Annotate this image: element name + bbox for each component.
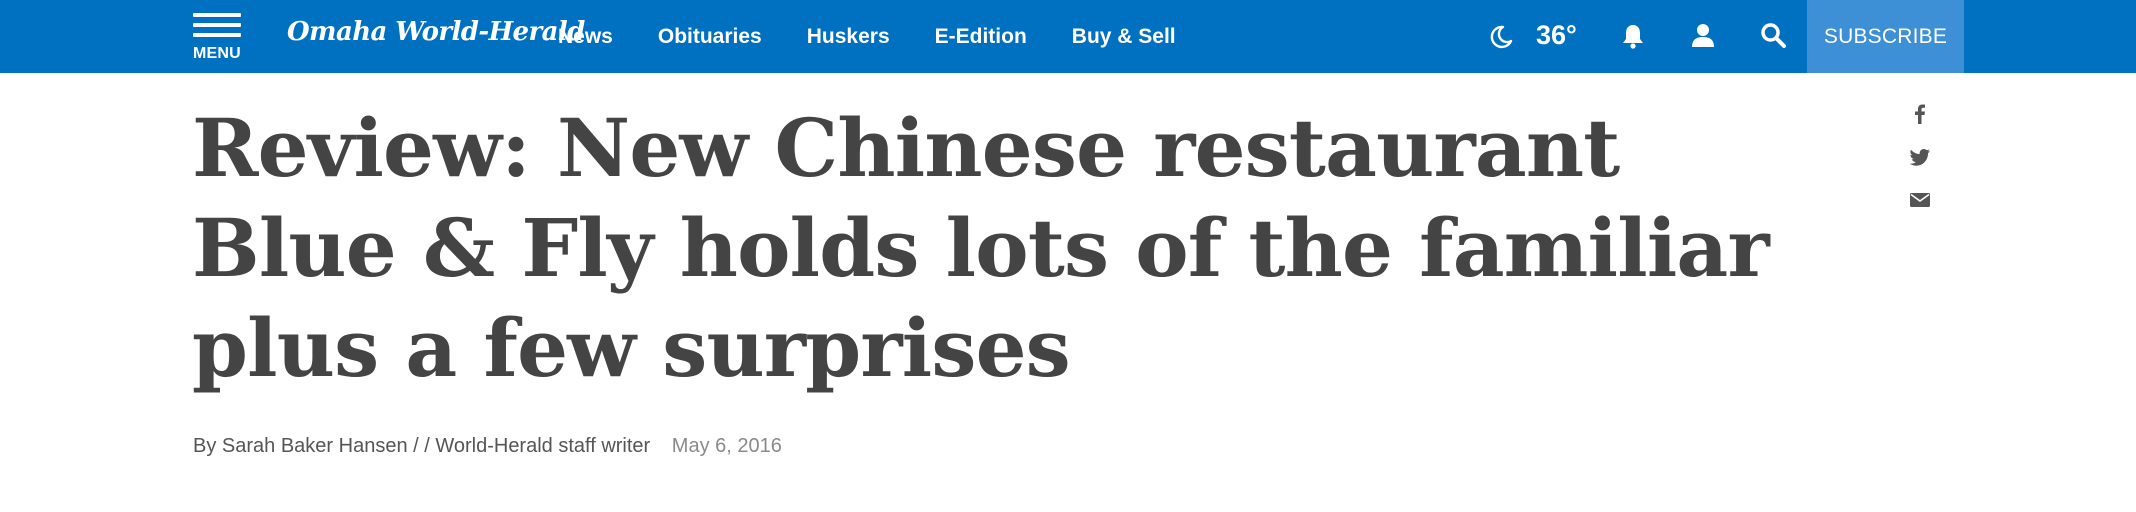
article-headline: Review: New Chinese restaurant Blue & Fl… (192, 101, 1770, 395)
main-nav: News Obituaries Huskers E-Edition Buy & … (558, 0, 1221, 73)
temperature[interactable]: 36° (1536, 20, 1577, 51)
moon-icon[interactable] (1488, 24, 1514, 50)
hamburger-icon (193, 13, 241, 17)
menu-label: MENU (193, 45, 241, 62)
facebook-icon[interactable] (1908, 102, 1932, 126)
share-tools (1908, 102, 1932, 231)
email-icon[interactable] (1908, 188, 1932, 212)
bell-icon[interactable] (1619, 22, 1647, 50)
subscribe-button[interactable]: SUBSCRIBE (1807, 0, 1964, 73)
nav-item-buy-sell[interactable]: Buy & Sell (1072, 25, 1176, 49)
author-line: By Sarah Baker Hansen / / World-Herald s… (193, 435, 651, 457)
nav-item-huskers[interactable]: Huskers (807, 25, 890, 49)
article-byline: By Sarah Baker Hansen / / World-Herald s… (193, 435, 782, 458)
twitter-icon[interactable] (1908, 145, 1932, 169)
menu-button[interactable]: MENU (193, 12, 243, 64)
nav-item-obituaries[interactable]: Obituaries (658, 25, 762, 49)
search-icon[interactable] (1759, 21, 1787, 49)
user-icon[interactable] (1689, 21, 1717, 49)
nav-item-news[interactable]: News (558, 25, 613, 49)
top-navigation-bar: MENU Omaha World-Herald News Obituaries … (0, 0, 2136, 73)
nav-item-e-edition[interactable]: E-Edition (935, 25, 1027, 49)
publish-date: May 6, 2016 (671, 435, 782, 457)
site-logo[interactable]: Omaha World-Herald (287, 17, 585, 47)
